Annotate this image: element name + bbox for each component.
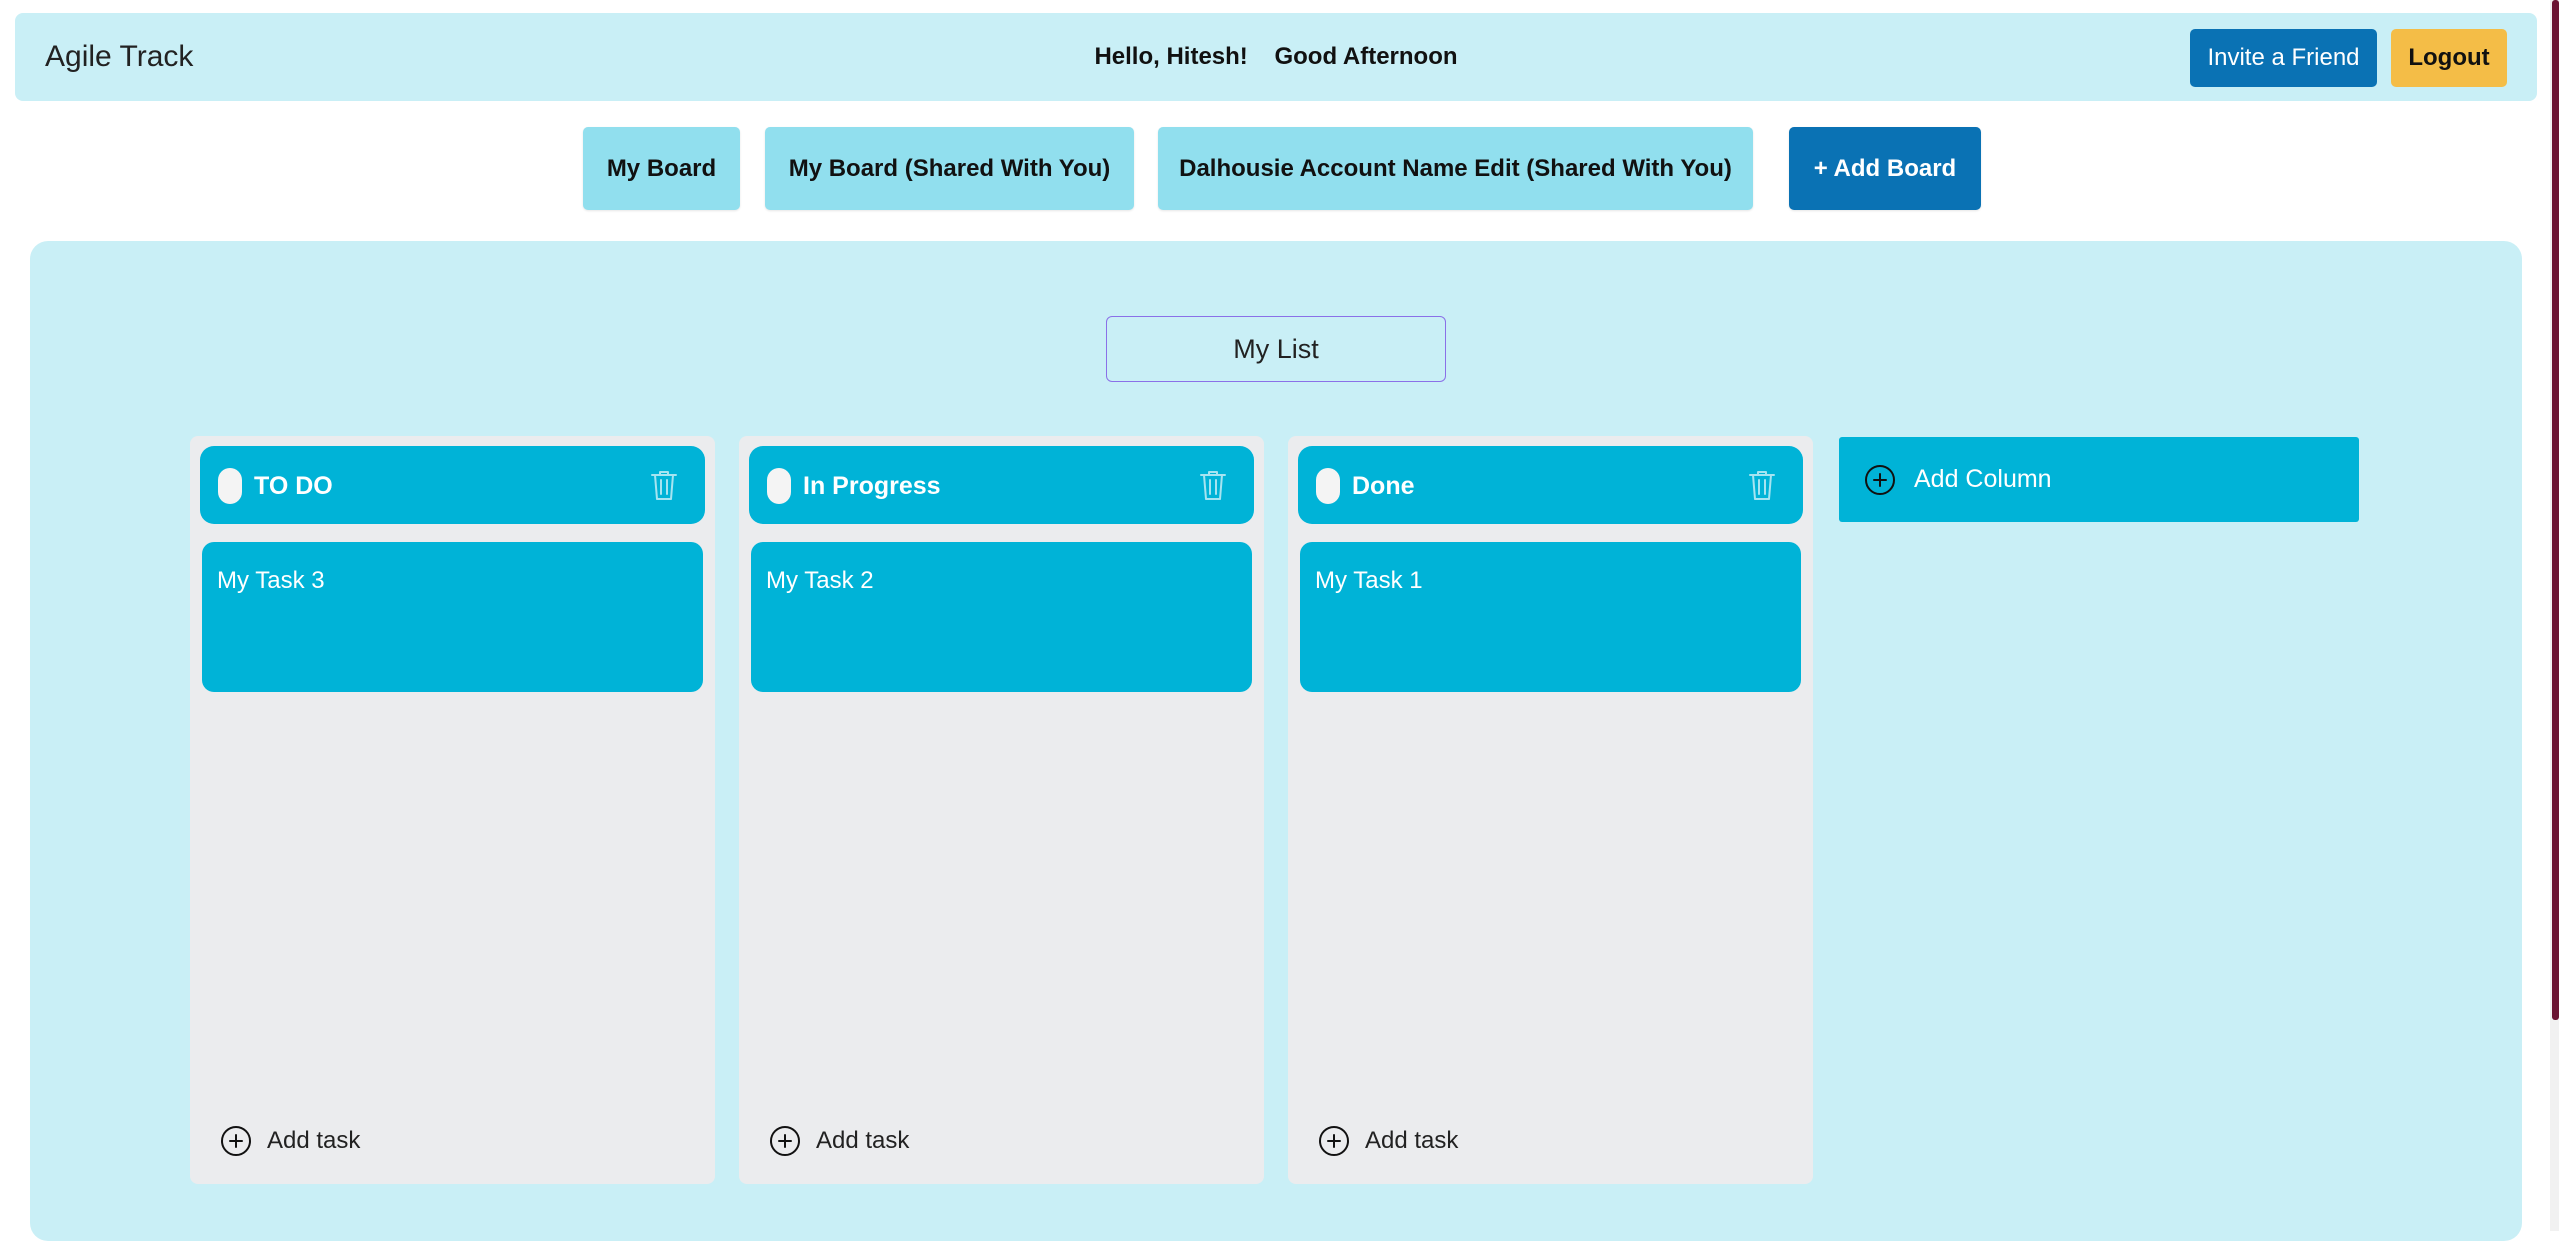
plus-circle-icon [1319,1126,1349,1156]
list-title-input[interactable]: My List [1106,316,1446,382]
column-in-progress: In Progress My Task 2 Add task [739,436,1264,1184]
greeting-time: Good Afternoon [1274,43,1458,70]
task-card[interactable]: My Task 2 [751,542,1252,692]
add-task-label: Add task [267,1127,361,1154]
top-header: Agile Track Hello, Hitesh! Good Afternoo… [15,13,2537,101]
board-tab-shared[interactable]: My Board (Shared With You) [765,127,1134,210]
add-task-button[interactable]: Add task [220,1124,360,1158]
task-title: My Task 1 [1315,567,1423,594]
scrollbar-thumb[interactable] [2552,0,2559,1020]
vertical-scrollbar[interactable] [2550,0,2559,1231]
add-task-label: Add task [1365,1127,1459,1154]
add-column-button[interactable]: Add Column [1839,437,2359,522]
invite-friend-button[interactable]: Invite a Friend [2190,29,2377,87]
add-task-label: Add task [816,1127,910,1154]
drag-handle-icon[interactable] [1316,468,1340,504]
add-board-button[interactable]: + Add Board [1789,127,1981,210]
add-column-label: Add Column [1914,465,2052,493]
task-title: My Task 3 [217,567,325,594]
add-task-button[interactable]: Add task [769,1124,909,1158]
board-tab-my-board[interactable]: My Board [583,127,740,210]
column-title[interactable]: TO DO [254,472,333,501]
task-card[interactable]: My Task 3 [202,542,703,692]
plus-circle-icon [770,1126,800,1156]
plus-circle-icon [221,1126,251,1156]
task-card[interactable]: My Task 1 [1300,542,1801,692]
add-task-button[interactable]: Add task [1318,1124,1458,1158]
column-done: Done My Task 1 Add task [1288,436,1813,1184]
drag-handle-icon[interactable] [767,468,791,504]
column-header: Done [1298,446,1803,524]
column-header: TO DO [200,446,705,524]
logout-button[interactable]: Logout [2391,29,2507,87]
greeting-name: Hello, Hitesh! [1094,43,1248,70]
greeting: Hello, Hitesh! Good Afternoon [15,43,2537,71]
plus-circle-icon [1865,464,1895,495]
column-todo: TO DO My Task 3 Add task [190,436,715,1184]
drag-handle-icon[interactable] [218,468,242,504]
board-tab-dalhousie[interactable]: Dalhousie Account Name Edit (Shared With… [1158,127,1753,210]
column-header: In Progress [749,446,1254,524]
trash-icon[interactable] [649,468,679,502]
task-title: My Task 2 [766,567,874,594]
trash-icon[interactable] [1198,468,1228,502]
column-title[interactable]: Done [1352,472,1415,501]
column-title[interactable]: In Progress [803,472,941,501]
trash-icon[interactable] [1747,468,1777,502]
